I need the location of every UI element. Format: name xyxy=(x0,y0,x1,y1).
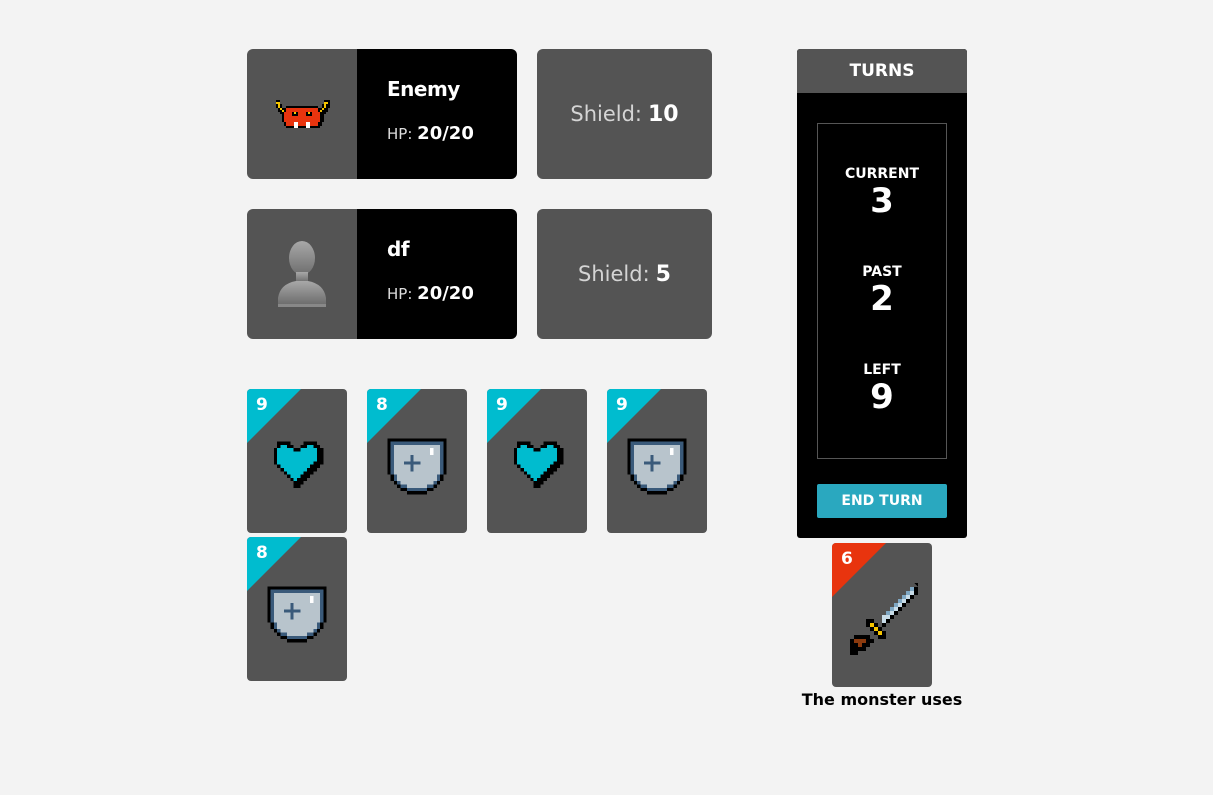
turn-past-value: 2 xyxy=(870,279,894,319)
monster-card-cost: 6 xyxy=(841,549,853,569)
enemy-panel: Enemy HP: 20/20 xyxy=(247,49,517,179)
sword-icon xyxy=(850,583,918,655)
player-hp: HP: 20/20 xyxy=(387,283,474,304)
monster-caption: The monster uses xyxy=(801,690,963,709)
player-name: df xyxy=(387,237,410,261)
hand-card-heart[interactable]: 9 xyxy=(487,389,587,533)
player-hp-value: 20/20 xyxy=(417,283,474,304)
enemy-hp-label: HP: xyxy=(387,125,413,143)
demon-icon xyxy=(274,100,330,128)
monster-card: 6 xyxy=(832,543,932,687)
shield-icon xyxy=(267,586,327,643)
shield-icon xyxy=(627,438,687,495)
turns-panel: TURNS CURRENT 3 PAST 2 LEFT 9 END TURN xyxy=(797,49,967,538)
hand-card-shield[interactable]: 8 xyxy=(247,537,347,681)
enemy-shield: Shield: 10 xyxy=(537,49,712,179)
enemy-name: Enemy xyxy=(387,77,460,101)
player-info: df HP: 20/20 xyxy=(357,209,517,339)
turn-left: LEFT 9 xyxy=(818,362,946,416)
turns-title: TURNS xyxy=(797,49,967,93)
turn-current-value: 3 xyxy=(870,181,894,221)
player-portrait xyxy=(247,209,357,339)
hand-card-shield[interactable]: 9 xyxy=(607,389,707,533)
turn-left-label: LEFT xyxy=(863,362,901,378)
hand-card-heart[interactable]: 9 xyxy=(247,389,347,533)
user-silhouette-icon xyxy=(278,241,326,307)
turns-stats: CURRENT 3 PAST 2 LEFT 9 xyxy=(817,123,947,459)
player-shield: Shield: 5 xyxy=(537,209,712,339)
turn-past: PAST 2 xyxy=(818,264,946,318)
card-cost: 8 xyxy=(256,543,268,563)
enemy-portrait xyxy=(247,49,357,179)
enemy-hp-value: 20/20 xyxy=(417,123,474,144)
card-cost: 9 xyxy=(616,395,628,415)
shield-icon xyxy=(387,438,447,495)
card-cost: 9 xyxy=(496,395,508,415)
card-cost: 9 xyxy=(256,395,268,415)
heart-icon xyxy=(273,441,324,488)
player-shield-label: Shield: xyxy=(578,262,650,286)
turn-current-label: CURRENT xyxy=(844,166,920,182)
turn-past-label: PAST xyxy=(862,264,902,280)
player-shield-value: 5 xyxy=(655,261,671,287)
enemy-shield-value: 10 xyxy=(648,101,679,127)
turn-left-value: 9 xyxy=(870,377,894,417)
heart-icon xyxy=(513,441,564,488)
enemy-shield-label: Shield: xyxy=(570,102,642,126)
enemy-info: Enemy HP: 20/20 xyxy=(357,49,517,179)
player-hp-label: HP: xyxy=(387,285,413,303)
turn-current: CURRENT 3 xyxy=(818,166,946,220)
card-cost: 8 xyxy=(376,395,388,415)
enemy-hp: HP: 20/20 xyxy=(387,123,474,144)
end-turn-button[interactable]: END TURN xyxy=(817,484,947,518)
player-panel: df HP: 20/20 xyxy=(247,209,517,339)
hand-card-shield[interactable]: 8 xyxy=(367,389,467,533)
